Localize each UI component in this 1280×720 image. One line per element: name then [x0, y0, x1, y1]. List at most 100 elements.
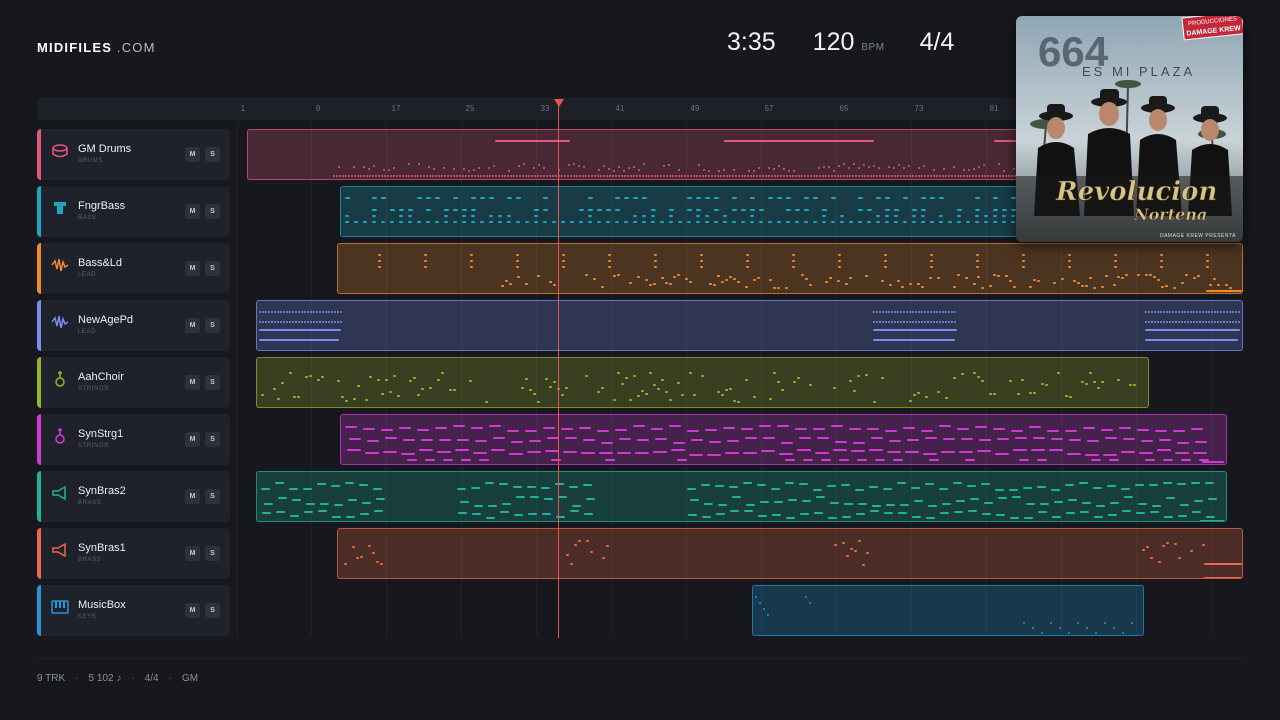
note	[1121, 451, 1135, 453]
playhead-marker[interactable]	[554, 99, 564, 107]
note	[393, 175, 395, 177]
solo-button[interactable]: S	[205, 318, 220, 333]
note	[259, 311, 261, 313]
track-header[interactable]: FngrBass BASS M S	[37, 186, 230, 237]
brand-suffix: .COM	[116, 40, 156, 55]
solo-button[interactable]: S	[205, 432, 220, 447]
note	[408, 175, 410, 177]
track-header[interactable]: SynStrg1 STRINGS M S	[37, 414, 230, 465]
note	[513, 486, 522, 488]
note	[542, 513, 551, 515]
note	[292, 321, 294, 323]
note	[819, 175, 821, 177]
note	[545, 450, 559, 452]
note	[900, 504, 909, 506]
solo-button[interactable]: S	[205, 603, 220, 618]
mute-button[interactable]: M	[185, 261, 200, 276]
mute-button[interactable]: M	[185, 489, 200, 504]
note	[762, 175, 764, 177]
note	[690, 175, 692, 177]
note	[475, 440, 487, 442]
note	[259, 329, 341, 331]
mute-button[interactable]: M	[185, 432, 200, 447]
note	[373, 165, 375, 167]
midi-clip[interactable]	[337, 243, 1243, 294]
note	[1229, 287, 1232, 289]
note	[977, 276, 980, 278]
midi-clip[interactable]	[256, 471, 1227, 522]
note	[328, 311, 330, 313]
solo-button[interactable]: S	[205, 489, 220, 504]
note	[453, 168, 455, 170]
solo-button[interactable]: S	[205, 204, 220, 219]
note	[957, 428, 969, 430]
solo-button[interactable]: S	[205, 261, 220, 276]
track-header[interactable]: SynBras1 BRASS M S	[37, 528, 230, 579]
note	[1104, 622, 1106, 624]
note	[354, 221, 358, 223]
note	[537, 175, 539, 177]
solo-button[interactable]: S	[205, 546, 220, 561]
midi-clip[interactable]	[752, 585, 1144, 636]
note	[488, 167, 490, 169]
note	[842, 516, 851, 518]
note	[677, 382, 680, 384]
note	[825, 175, 827, 177]
note	[933, 169, 935, 171]
note	[1097, 387, 1100, 389]
note	[1214, 321, 1216, 323]
note	[813, 197, 818, 199]
track-header[interactable]: NewAgePd LEAD M S	[37, 300, 230, 351]
note	[549, 175, 551, 177]
note	[606, 221, 610, 223]
note	[1157, 279, 1160, 281]
playhead-line[interactable]	[558, 104, 559, 638]
midi-clip[interactable]	[337, 528, 1243, 579]
midi-clip[interactable]	[256, 357, 1149, 408]
midi-clip[interactable]	[340, 414, 1227, 465]
solo-button[interactable]: S	[205, 147, 220, 162]
note	[283, 321, 285, 323]
note	[553, 284, 556, 286]
note	[701, 375, 704, 377]
track-header[interactable]: GM Drums DRUMS M S	[37, 129, 230, 180]
note	[425, 459, 435, 461]
mute-button[interactable]: M	[185, 546, 200, 561]
mute-button[interactable]: M	[185, 375, 200, 390]
note	[608, 266, 611, 268]
note	[1050, 622, 1052, 624]
note	[480, 197, 485, 199]
note	[801, 175, 803, 177]
note	[939, 175, 941, 177]
mute-button[interactable]: M	[185, 147, 200, 162]
midi-clip[interactable]	[256, 300, 1243, 351]
mute-button[interactable]: M	[185, 204, 200, 219]
mute-button[interactable]: M	[185, 603, 200, 618]
note	[549, 281, 552, 283]
track-header[interactable]: SynBras2 BRASS M S	[37, 471, 230, 522]
note	[365, 452, 379, 454]
note	[696, 197, 701, 199]
note	[1077, 282, 1080, 284]
note	[996, 514, 1005, 516]
mute-button[interactable]: M	[185, 318, 200, 333]
note	[1133, 384, 1136, 386]
solo-button[interactable]: S	[205, 375, 220, 390]
note	[743, 452, 757, 454]
note	[1051, 489, 1060, 491]
note	[573, 175, 575, 177]
note	[879, 311, 881, 313]
note	[725, 389, 728, 391]
note	[1086, 627, 1088, 629]
track-category: STRINGS	[78, 386, 109, 392]
note	[858, 540, 861, 542]
note	[693, 175, 695, 177]
note	[600, 175, 602, 177]
note	[768, 221, 772, 223]
site-logo[interactable]: MIDIFILES .COM	[37, 40, 156, 55]
track-header[interactable]: AahChoir STRINGS M S	[37, 357, 230, 408]
track-header[interactable]: Bass&Ld LEAD M S	[37, 243, 230, 294]
footer-time-signature: 4/4	[144, 673, 159, 684]
note	[529, 389, 532, 391]
track-header[interactable]: MusicBox KEYS M S	[37, 585, 230, 636]
